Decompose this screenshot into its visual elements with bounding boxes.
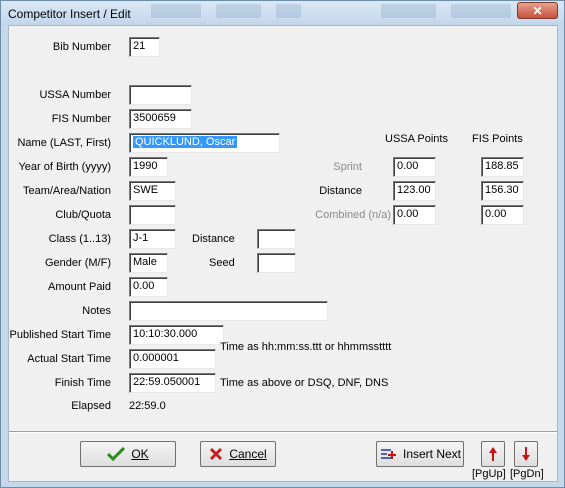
elapsed-label: Elapsed: [71, 400, 111, 412]
name-selected-text: QUICKLUND, Oscar: [133, 136, 238, 148]
cancel-button[interactable]: Cancel: [200, 441, 276, 467]
actual-start-label: Actual Start Time: [27, 353, 111, 365]
gender-input[interactable]: Male: [129, 253, 168, 273]
team-label: Team/Area/Nation: [22, 185, 111, 197]
club-quota-input[interactable]: [129, 205, 176, 225]
cancel-label: Cancel: [229, 447, 267, 461]
insert-next-icon: [380, 449, 396, 459]
button-separator: [9, 431, 557, 433]
class-input[interactable]: J-1: [129, 229, 176, 249]
cancel-x-icon: [210, 447, 223, 461]
pgup-button[interactable]: [481, 441, 505, 467]
distance-points-label: Distance: [319, 185, 362, 197]
year-of-birth-label: Year of Birth (yyyy): [18, 161, 111, 173]
fis-distance-input[interactable]: 156.30: [481, 181, 524, 201]
ussa-points-header: USSA Points: [385, 133, 448, 145]
seed-input[interactable]: [257, 253, 296, 273]
bib-number-label: Bib Number: [52, 41, 111, 53]
seed-label: Seed: [209, 257, 235, 269]
background-toolbar-ghost: [276, 4, 301, 18]
club-quota-label: Club/Quota: [55, 209, 111, 221]
amount-paid-input[interactable]: 0.00: [129, 277, 168, 297]
dialog-body: Bib Number USSA Number FIS Number Name (…: [8, 25, 558, 482]
arrow-up-icon: [489, 447, 497, 461]
fis-combined-input[interactable]: 0.00: [481, 205, 524, 225]
ussa-number-label: USSA Number: [39, 89, 111, 101]
ok-label: OK: [131, 447, 149, 461]
combined-label: Combined (n/a): [315, 209, 391, 221]
bib-number-input[interactable]: 21: [129, 37, 160, 57]
pgup-caption: [PgUp]: [472, 468, 506, 480]
pgdn-caption: [PgDn]: [510, 468, 544, 480]
name-input[interactable]: QUICKLUND, Oscar: [129, 133, 280, 153]
close-icon: ✕: [532, 4, 543, 18]
year-of-birth-input[interactable]: 1990: [129, 157, 168, 177]
fis-sprint-input[interactable]: 188.85: [481, 157, 524, 177]
distance-input[interactable]: [257, 229, 296, 249]
checkmark-icon: [107, 447, 126, 461]
distance-label: Distance: [192, 233, 235, 245]
background-toolbar-ghost: [381, 4, 436, 18]
background-toolbar-ghost: [216, 4, 261, 18]
title-bar[interactable]: Competitor Insert / Edit ✕: [1, 1, 564, 25]
finish-time-label: Finish Time: [54, 377, 111, 389]
ussa-combined-input[interactable]: 0.00: [393, 205, 436, 225]
fis-number-input[interactable]: 3500659: [129, 109, 192, 129]
finish-time-input[interactable]: 22:59.050001: [129, 373, 216, 393]
insert-next-button[interactable]: Insert Next: [376, 441, 464, 467]
class-label: Class (1..13): [48, 233, 111, 245]
actual-start-input[interactable]: 0.000001: [129, 349, 216, 369]
arrow-down-icon: [522, 447, 530, 461]
elapsed-value: 22:59.0: [129, 400, 166, 412]
notes-label: Notes: [82, 305, 111, 317]
ussa-number-input[interactable]: [129, 85, 192, 105]
fis-number-label: FIS Number: [51, 113, 111, 125]
published-start-label: Published Start Time: [9, 329, 112, 341]
finish-format-hint: Time as above or DSQ, DNF, DNS: [220, 377, 389, 389]
gender-label: Gender (M/F): [44, 257, 111, 269]
name-label: Name (LAST, First): [17, 137, 111, 149]
amount-paid-label: Amount Paid: [48, 281, 111, 293]
pgdn-button[interactable]: [514, 441, 538, 467]
window-title: Competitor Insert / Edit: [8, 7, 131, 21]
ussa-distance-input[interactable]: 123.00: [393, 181, 436, 201]
time-format-hint: Time as hh:mm:ss.ttt or hhmmsstttt: [220, 341, 392, 353]
close-button[interactable]: ✕: [517, 2, 558, 19]
insert-next-label: Insert Next: [402, 447, 462, 461]
published-start-input[interactable]: 10:10:30.000: [129, 325, 224, 345]
ussa-sprint-input[interactable]: 0.00: [393, 157, 436, 177]
team-input[interactable]: SWE: [129, 181, 176, 201]
dialog-window: Competitor Insert / Edit ✕ Bib Number US…: [0, 0, 565, 488]
notes-input[interactable]: [129, 301, 328, 321]
sprint-label: Sprint: [333, 161, 362, 173]
background-toolbar-ghost: [151, 4, 201, 18]
fis-points-header: FIS Points: [472, 133, 523, 145]
ok-button[interactable]: OK: [80, 441, 176, 467]
background-toolbar-ghost: [451, 4, 511, 18]
